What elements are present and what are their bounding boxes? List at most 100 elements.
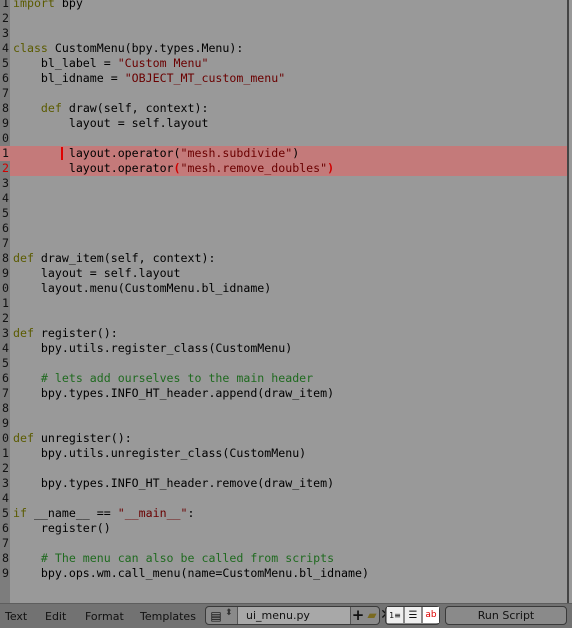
line-number: 4 xyxy=(2,341,9,355)
code-line[interactable]: 2 xyxy=(0,311,567,326)
code-line[interactable]: 5 xyxy=(0,206,567,221)
code-token: "Custom Menu" xyxy=(117,56,209,70)
code-line[interactable]: 5 xyxy=(0,356,567,371)
code-line[interactable]: 9 layout = self.layout xyxy=(0,266,567,281)
menu-edit[interactable]: Edit xyxy=(45,610,66,623)
code-token: layout = self.layout xyxy=(13,116,209,130)
code-token: bl_idname = xyxy=(13,71,125,85)
code-line[interactable]: 3 xyxy=(0,26,567,41)
code-token: bpy.ops.wm.call_menu(name=CustomMenu.bl_… xyxy=(13,566,369,580)
code-line[interactable]: 6 # lets add ourselves to the main heade… xyxy=(0,371,567,386)
menu-text[interactable]: Text xyxy=(5,610,27,623)
code-token: "__main__" xyxy=(117,506,188,520)
code-line[interactable]: 8 def draw(self, context): xyxy=(0,101,567,116)
syntax-highlight-icon[interactable]: ab xyxy=(423,607,439,623)
line-number: 2 xyxy=(2,461,9,475)
line-number: 9 xyxy=(2,416,9,430)
code-line[interactable]: 1 import bpy xyxy=(0,0,567,11)
code-line[interactable]: 4 class CustomMenu(bpy.types.Menu): xyxy=(0,41,567,56)
code-token: register() xyxy=(13,521,111,535)
line-number: 9 xyxy=(2,116,9,130)
code-token: draw(self, context): xyxy=(61,101,209,115)
chevron-updown-icon[interactable]: ⬍ xyxy=(225,608,233,618)
code-line[interactable]: 4 xyxy=(0,491,567,506)
code-line[interactable]: 7 bpy.types.INFO_HT_header.append(draw_i… xyxy=(0,386,567,401)
code-line[interactable]: 6 register() xyxy=(0,521,567,536)
code-token: register(): xyxy=(33,326,118,340)
code-line[interactable]: 2 xyxy=(0,11,567,26)
scrollbar[interactable] xyxy=(567,0,569,603)
code-token: unregister(): xyxy=(33,431,132,445)
line-number: 5 xyxy=(2,506,9,520)
code-line[interactable]: 7 xyxy=(0,536,567,551)
word-wrap-icon[interactable]: ☰ xyxy=(405,607,421,623)
code-line[interactable]: 7 xyxy=(0,86,567,101)
code-token: "OBJECT_MT_custom_menu" xyxy=(124,71,286,85)
code-line[interactable]: 4 xyxy=(0,191,567,206)
code-line[interactable]: 8 xyxy=(0,401,567,416)
line-number: 8 xyxy=(2,551,9,565)
code-text: bpy.utils.unregister_class(CustomMenu) xyxy=(13,446,306,461)
code-token: __name__ == xyxy=(26,506,118,520)
code-line[interactable]: 9 xyxy=(0,416,567,431)
code-line[interactable]: 4 bpy.utils.register_class(CustomMenu) xyxy=(0,341,567,356)
code-token: # lets add ourselves to the main header xyxy=(13,371,314,385)
code-line[interactable]: 0 xyxy=(0,131,567,146)
code-line[interactable]: 3 bpy.types.INFO_HT_header.remove(draw_i… xyxy=(0,476,567,491)
code-text: layout.menu(CustomMenu.bl_idname) xyxy=(13,281,271,296)
code-line[interactable]: 3 xyxy=(0,176,567,191)
code-line[interactable]: 5 bl_label = "Custom Menu" xyxy=(0,56,567,71)
view-toggles: 1≡ ☰ ab xyxy=(385,606,440,625)
code-line[interactable]: 5 if __name__ == "__main__": xyxy=(0,506,567,521)
line-numbers-icon[interactable]: 1≡ xyxy=(387,607,403,623)
code-text: def unregister(): xyxy=(13,431,132,446)
code-line[interactable]: 1 xyxy=(0,296,567,311)
text-editor[interactable]: 1 import bpy 2 3 4 class CustomMenu(bpy.types… xyxy=(0,0,572,603)
code-line[interactable]: 8 def draw_item(self, context): xyxy=(0,251,567,266)
line-number: 2 xyxy=(2,311,9,325)
code-text: register() xyxy=(13,521,111,536)
code-token: layout.menu(CustomMenu.bl_idname) xyxy=(13,281,272,295)
line-number: 3 xyxy=(2,476,9,490)
text-datablock-icon[interactable]: ▤ xyxy=(208,608,224,624)
code-line[interactable]: 8 # The menu can also be called from scr… xyxy=(0,551,567,566)
code-text: bpy.utils.register_class(CustomMenu) xyxy=(13,341,292,356)
code-line[interactable]: 0 layout.menu(CustomMenu.bl_idname) xyxy=(0,281,567,296)
code-line[interactable]: 2 xyxy=(0,461,567,476)
run-script-button[interactable]: Run Script xyxy=(445,606,567,625)
menu-format[interactable]: Format xyxy=(85,610,124,623)
code-line[interactable]: 9 layout = self.layout xyxy=(0,116,567,131)
line-number: 2 xyxy=(2,11,9,25)
code-text: # The menu can also be called from scrip… xyxy=(13,551,334,566)
line-number: 2 xyxy=(2,161,9,175)
code-token: : xyxy=(187,506,195,520)
line-number: 1 xyxy=(2,296,9,310)
code-line[interactable]: 0 def unregister(): xyxy=(0,431,567,446)
code-line[interactable]: 9 bpy.ops.wm.call_menu(name=CustomMenu.b… xyxy=(0,566,567,581)
code-token: bpy.types.INFO_HT_header.remove(draw_ite… xyxy=(13,476,335,490)
code-token: draw_item(self, context): xyxy=(33,251,216,265)
line-number: 8 xyxy=(2,101,9,115)
code-line[interactable]: 6 xyxy=(0,221,567,236)
code-text: # lets add ourselves to the main header xyxy=(13,371,313,386)
code-text: bl_idname = "OBJECT_MT_custom_menu" xyxy=(13,71,285,86)
code-line[interactable]: 1 layout.operator("mesh.subdivide") xyxy=(0,146,567,161)
line-number: 3 xyxy=(2,326,9,340)
line-number: 4 xyxy=(2,191,9,205)
code-line[interactable]: 6 bl_idname = "OBJECT_MT_custom_menu" xyxy=(0,71,567,86)
text-datablock-selector[interactable]: ▤ ⬍ ui_menu.py + ▰ ✕ xyxy=(205,606,392,625)
file-name-field[interactable]: ui_menu.py xyxy=(237,607,351,624)
line-number: 9 xyxy=(2,566,9,580)
text-editor-header: Text Edit Format Templates ▤ ⬍ ui_menu.p… xyxy=(0,603,572,628)
code-line[interactable]: 1 bpy.utils.unregister_class(CustomMenu) xyxy=(0,446,567,461)
code-line[interactable]: 7 xyxy=(0,236,567,251)
code-line[interactable]: 3 def register(): xyxy=(0,326,567,341)
line-number: 0 xyxy=(2,131,9,145)
code-text: bl_label = "Custom Menu" xyxy=(13,56,209,71)
code-line[interactable]: 2 layout.operator("mesh.remove_doubles") xyxy=(2,161,567,176)
line-number: 0 xyxy=(2,431,9,445)
menu-templates[interactable]: Templates xyxy=(140,610,196,623)
code-token: def xyxy=(13,251,34,265)
code-token: layout = self.layout xyxy=(13,266,181,280)
